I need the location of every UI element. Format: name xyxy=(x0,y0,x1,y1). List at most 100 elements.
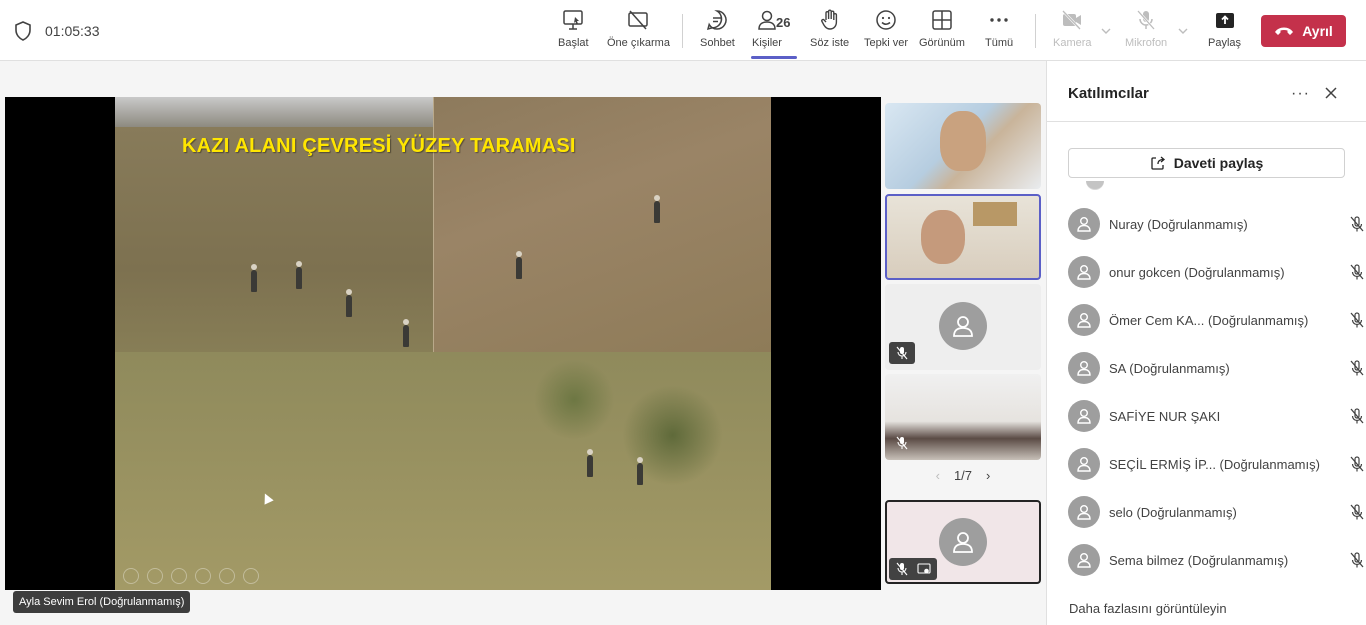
participant-name: selo (Doğrulanmamış) xyxy=(1109,504,1237,520)
participant-video-background xyxy=(973,202,1017,226)
more-button[interactable]: Tümü xyxy=(985,8,1013,56)
invite-label: Daveti paylaş xyxy=(1173,155,1264,171)
mic-off-icon[interactable] xyxy=(1348,503,1366,521)
participant-row[interactable]: SEÇİL ERMİŞ İP... (Doğrulanmamış) xyxy=(1068,440,1364,488)
chat-button[interactable]: Sohbet xyxy=(700,8,735,56)
participant-name: SEÇİL ERMİŞ İP... (Doğrulanmamış) xyxy=(1109,456,1320,472)
participant-row[interactable]: Sema bilmez (Doğrulanmamış) xyxy=(1068,536,1364,584)
presentation-slide: KAZI ALANI ÇEVRESİ YÜZEY TARAMASI xyxy=(115,97,771,590)
panel-more-options-icon[interactable]: ··· xyxy=(1291,85,1310,103)
mic-off-icon[interactable] xyxy=(1348,215,1366,233)
mic-label: Mikrofon xyxy=(1125,37,1168,49)
slide-figure xyxy=(654,195,660,223)
mic-off-icon[interactable] xyxy=(1348,455,1366,473)
participant-video-face xyxy=(940,111,986,171)
leave-button[interactable]: Ayrıl xyxy=(1261,15,1346,47)
person-icon xyxy=(1077,553,1091,568)
share-invite-button[interactable]: Daveti paylaş xyxy=(1068,148,1345,178)
react-label: Tepki ver xyxy=(864,37,909,49)
present-screen-icon xyxy=(563,10,584,30)
raise-hand-label: Söz iste xyxy=(810,37,850,49)
participant-row[interactable]: Nuray (Doğrulanmamış) xyxy=(1068,200,1364,248)
microphone-button[interactable]: Mikrofon xyxy=(1125,8,1167,56)
toolbar-divider xyxy=(1035,14,1036,48)
video-tile[interactable] xyxy=(885,103,1041,189)
participant-row[interactable]: Ömer Cem KA... (Doğrulanmamış) xyxy=(1068,296,1364,344)
shield-icon xyxy=(15,21,31,41)
person-icon xyxy=(953,532,973,553)
mic-off-icon xyxy=(1137,10,1156,30)
pager-indicator: 1/7 xyxy=(953,468,973,483)
view-button[interactable]: Görünüm xyxy=(919,8,965,56)
slide-figure xyxy=(346,289,352,317)
slide-tool-zoom-icon[interactable] xyxy=(219,568,235,584)
participant-row[interactable]: SA (Doğrulanmamış) xyxy=(1068,344,1364,392)
panel-title: Katılımcılar xyxy=(1068,85,1149,102)
slide-title: KAZI ALANI ÇEVRESİ YÜZEY TARAMASI xyxy=(182,135,576,157)
slide-tool-grid-icon[interactable] xyxy=(195,568,211,584)
avatar xyxy=(1068,208,1100,240)
mic-off-icon[interactable] xyxy=(1348,407,1366,425)
mic-off-icon xyxy=(896,346,908,360)
slide-figure xyxy=(516,251,522,279)
mic-off-badge xyxy=(889,342,915,364)
mic-off-icon[interactable] xyxy=(1348,551,1366,569)
participant-row[interactable]: SAFİYE NUR ŞAKI xyxy=(1068,392,1364,440)
pager-prev-chevron-icon[interactable]: ‹ xyxy=(936,468,940,483)
camera-button[interactable]: Kamera xyxy=(1053,8,1092,56)
person-icon xyxy=(1077,361,1091,376)
start-button[interactable]: Başlat xyxy=(558,8,589,56)
hand-icon xyxy=(820,9,837,30)
participant-row[interactable]: onur gokcen (Doğrulanmamış) xyxy=(1068,248,1364,296)
pager-next-chevron-icon[interactable]: › xyxy=(986,468,990,483)
slide-toolbar xyxy=(123,568,259,584)
screen-share-icon xyxy=(917,563,931,574)
participant-name: Sema bilmez (Doğrulanmamış) xyxy=(1109,552,1289,568)
react-button[interactable]: Tepki ver xyxy=(864,8,908,56)
leave-label: Ayrıl xyxy=(1302,23,1333,39)
view-more-link[interactable]: Daha fazlasını görüntüleyin xyxy=(1069,601,1227,616)
participants-panel: Katılımcılar ··· Daveti paylaş Nuray (Do… xyxy=(1046,61,1366,625)
slide-tool-prev-icon[interactable] xyxy=(123,568,139,584)
video-tile[interactable] xyxy=(885,284,1041,370)
person-icon xyxy=(1077,505,1091,520)
people-label: Kişiler xyxy=(752,37,782,49)
person-icon xyxy=(1077,409,1091,424)
camera-options-chevron-icon[interactable] xyxy=(1100,25,1112,37)
mic-options-chevron-icon[interactable] xyxy=(1177,25,1189,37)
meeting-toolbar: 01:05:33 Başlat Öne çıkarma Sohbet Kişil… xyxy=(0,0,1366,61)
participant-name: onur gokcen (Doğrulanmamış) xyxy=(1109,264,1285,280)
slide-tool-more-icon[interactable] xyxy=(243,568,259,584)
spotlight-label: Öne çıkarma xyxy=(607,37,670,49)
toolbar-divider xyxy=(682,14,683,48)
presenter-nameplate: Ayla Sevim Erol (Doğrulanmamış) xyxy=(13,591,191,613)
self-status-badge xyxy=(889,558,937,580)
slide-tool-next-icon[interactable] xyxy=(147,568,163,584)
camera-label: Kamera xyxy=(1053,37,1092,49)
slide-figure xyxy=(251,264,257,292)
slide-tool-pen-icon[interactable] xyxy=(171,568,187,584)
mic-off-icon[interactable] xyxy=(1348,359,1366,377)
mic-off-icon[interactable] xyxy=(1348,263,1366,281)
video-tile[interactable] xyxy=(885,374,1041,460)
slide-figure xyxy=(637,457,643,485)
meeting-timer: 01:05:33 xyxy=(45,23,100,39)
people-count: 26 xyxy=(776,15,791,30)
raise-hand-button[interactable]: Söz iste xyxy=(810,8,849,56)
panel-divider xyxy=(1047,121,1366,122)
video-tile-active[interactable] xyxy=(885,194,1041,280)
mic-off-icon[interactable] xyxy=(1348,311,1366,329)
share-button[interactable]: Paylaş xyxy=(1208,8,1241,56)
spotlight-off-icon xyxy=(628,10,649,30)
spotlight-button[interactable]: Öne çıkarma xyxy=(607,8,670,56)
participant-row[interactable]: selo (Doğrulanmamış) xyxy=(1068,488,1364,536)
phone-hangup-icon xyxy=(1275,27,1294,35)
close-icon[interactable] xyxy=(1323,85,1339,101)
self-video-tile[interactable] xyxy=(885,500,1041,584)
start-label: Başlat xyxy=(558,37,589,49)
shared-content-stage: KAZI ALANI ÇEVRESİ YÜZEY TARAMASI xyxy=(5,97,881,590)
view-label: Görünüm xyxy=(919,37,965,49)
person-icon xyxy=(953,316,973,337)
more-label: Tümü xyxy=(985,37,1014,49)
person-icon xyxy=(1077,313,1091,328)
